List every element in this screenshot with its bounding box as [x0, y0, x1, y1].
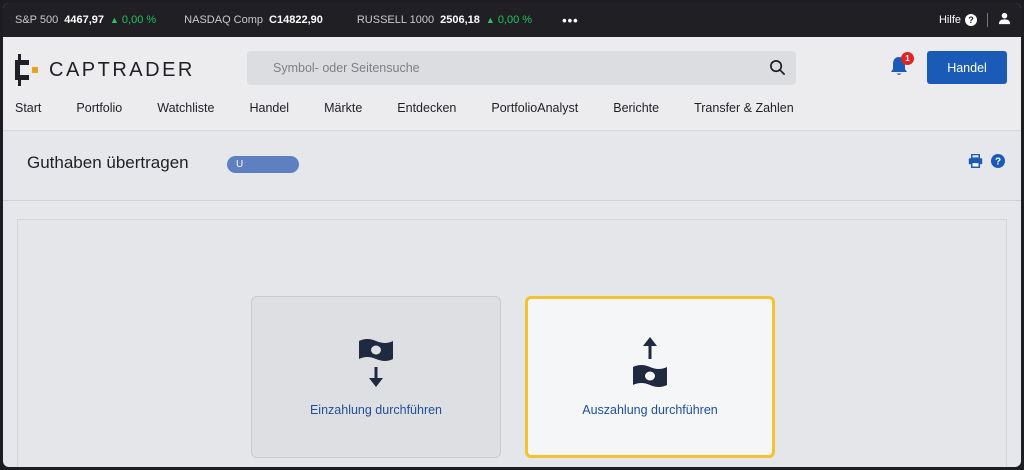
- ticker-sp500[interactable]: S&P 500 4467,97 ▲ 0,00 %: [15, 14, 156, 26]
- captrader-logo[interactable]: CAPTRADER: [15, 54, 195, 86]
- user-icon[interactable]: [998, 12, 1011, 28]
- market-ticker-bar: S&P 500 4467,97 ▲ 0,00 % NASDAQ Comp C148…: [3, 3, 1021, 37]
- nav-item-transfer[interactable]: Transfer & Zahlen: [694, 101, 794, 115]
- ticker-name: S&P 500: [15, 14, 59, 26]
- page-title-bar: Guthaben übertragen U ?: [3, 131, 1021, 201]
- nav-item-reports[interactable]: Berichte: [613, 101, 659, 115]
- ticker-change: ▲ 0,00 %: [110, 14, 156, 26]
- search-input[interactable]: [273, 61, 753, 75]
- more-tickers-button[interactable]: •••: [562, 13, 579, 28]
- page-actions: ?: [968, 154, 1005, 168]
- nav-item-markets[interactable]: Märkte: [324, 101, 362, 115]
- ticker-change-value: 0,00 %: [121, 14, 157, 26]
- ticker-right-group: Hilfe ?: [939, 3, 1011, 37]
- nav-item-discover[interactable]: Entdecken: [397, 101, 456, 115]
- nav-item-start[interactable]: Start: [15, 101, 41, 115]
- notification-count-badge: 1: [901, 52, 914, 65]
- print-icon[interactable]: [968, 154, 983, 168]
- up-arrow-icon: ▲: [485, 15, 495, 25]
- svg-text:?: ?: [995, 157, 1001, 168]
- transfer-options-panel: Einzahlung durchführen Auszahlung durchf…: [17, 219, 1007, 467]
- nav-item-trade[interactable]: Handel: [249, 101, 289, 115]
- ticker-name: NASDAQ Comp: [184, 14, 264, 26]
- ticker-change-value: 0,00 %: [497, 14, 533, 26]
- ticker-nasdaq[interactable]: NASDAQ Comp C14822,90: [184, 14, 329, 26]
- ticker-change: ▲ 0,00 %: [486, 14, 532, 26]
- deposit-card[interactable]: Einzahlung durchführen: [251, 296, 501, 458]
- logo-text: CAPTRADER: [49, 58, 195, 81]
- account-selector-badge[interactable]: U: [227, 156, 299, 173]
- ticker-name: RUSSELL 1000: [356, 14, 435, 26]
- help-circle-icon[interactable]: ?: [991, 154, 1005, 168]
- withdraw-label: Auszahlung durchführen: [582, 403, 718, 417]
- nav-item-watchlist[interactable]: Watchliste: [157, 101, 214, 115]
- withdraw-money-icon: [528, 337, 772, 391]
- app-window: S&P 500 4467,97 ▲ 0,00 % NASDAQ Comp C148…: [3, 3, 1021, 467]
- deposit-money-icon: [252, 337, 500, 391]
- up-arrow-icon: ▲: [110, 15, 119, 25]
- search-bar: [247, 51, 796, 85]
- ticker-value: 2506,18: [440, 14, 480, 26]
- deposit-label: Einzahlung durchführen: [309, 403, 443, 417]
- main-header: CAPTRADER 1 Handel Start Portfolio Watch…: [3, 37, 1021, 131]
- ticker-value: 4467,97: [64, 14, 104, 26]
- trade-button[interactable]: Handel: [927, 51, 1007, 84]
- main-nav: Start Portfolio Watchliste Handel Märkte…: [15, 101, 829, 115]
- help-icon[interactable]: ?: [965, 14, 977, 26]
- ticker-russell[interactable]: RUSSELL 1000 2506,18 ▲ 0,00 %: [357, 14, 532, 26]
- captrader-logo-icon: [15, 54, 38, 86]
- page-title: Guthaben übertragen: [27, 153, 189, 172]
- search-icon[interactable]: [769, 59, 786, 81]
- help-link[interactable]: Hilfe: [939, 14, 961, 26]
- nav-item-portfolio[interactable]: Portfolio: [76, 101, 122, 115]
- divider: [987, 13, 988, 27]
- ticker-value: C14822,90: [269, 14, 323, 26]
- withdraw-card[interactable]: Auszahlung durchführen: [525, 296, 775, 458]
- notifications-button[interactable]: 1: [889, 52, 914, 79]
- nav-item-portfolioanalyst[interactable]: PortfolioAnalyst: [491, 101, 578, 115]
